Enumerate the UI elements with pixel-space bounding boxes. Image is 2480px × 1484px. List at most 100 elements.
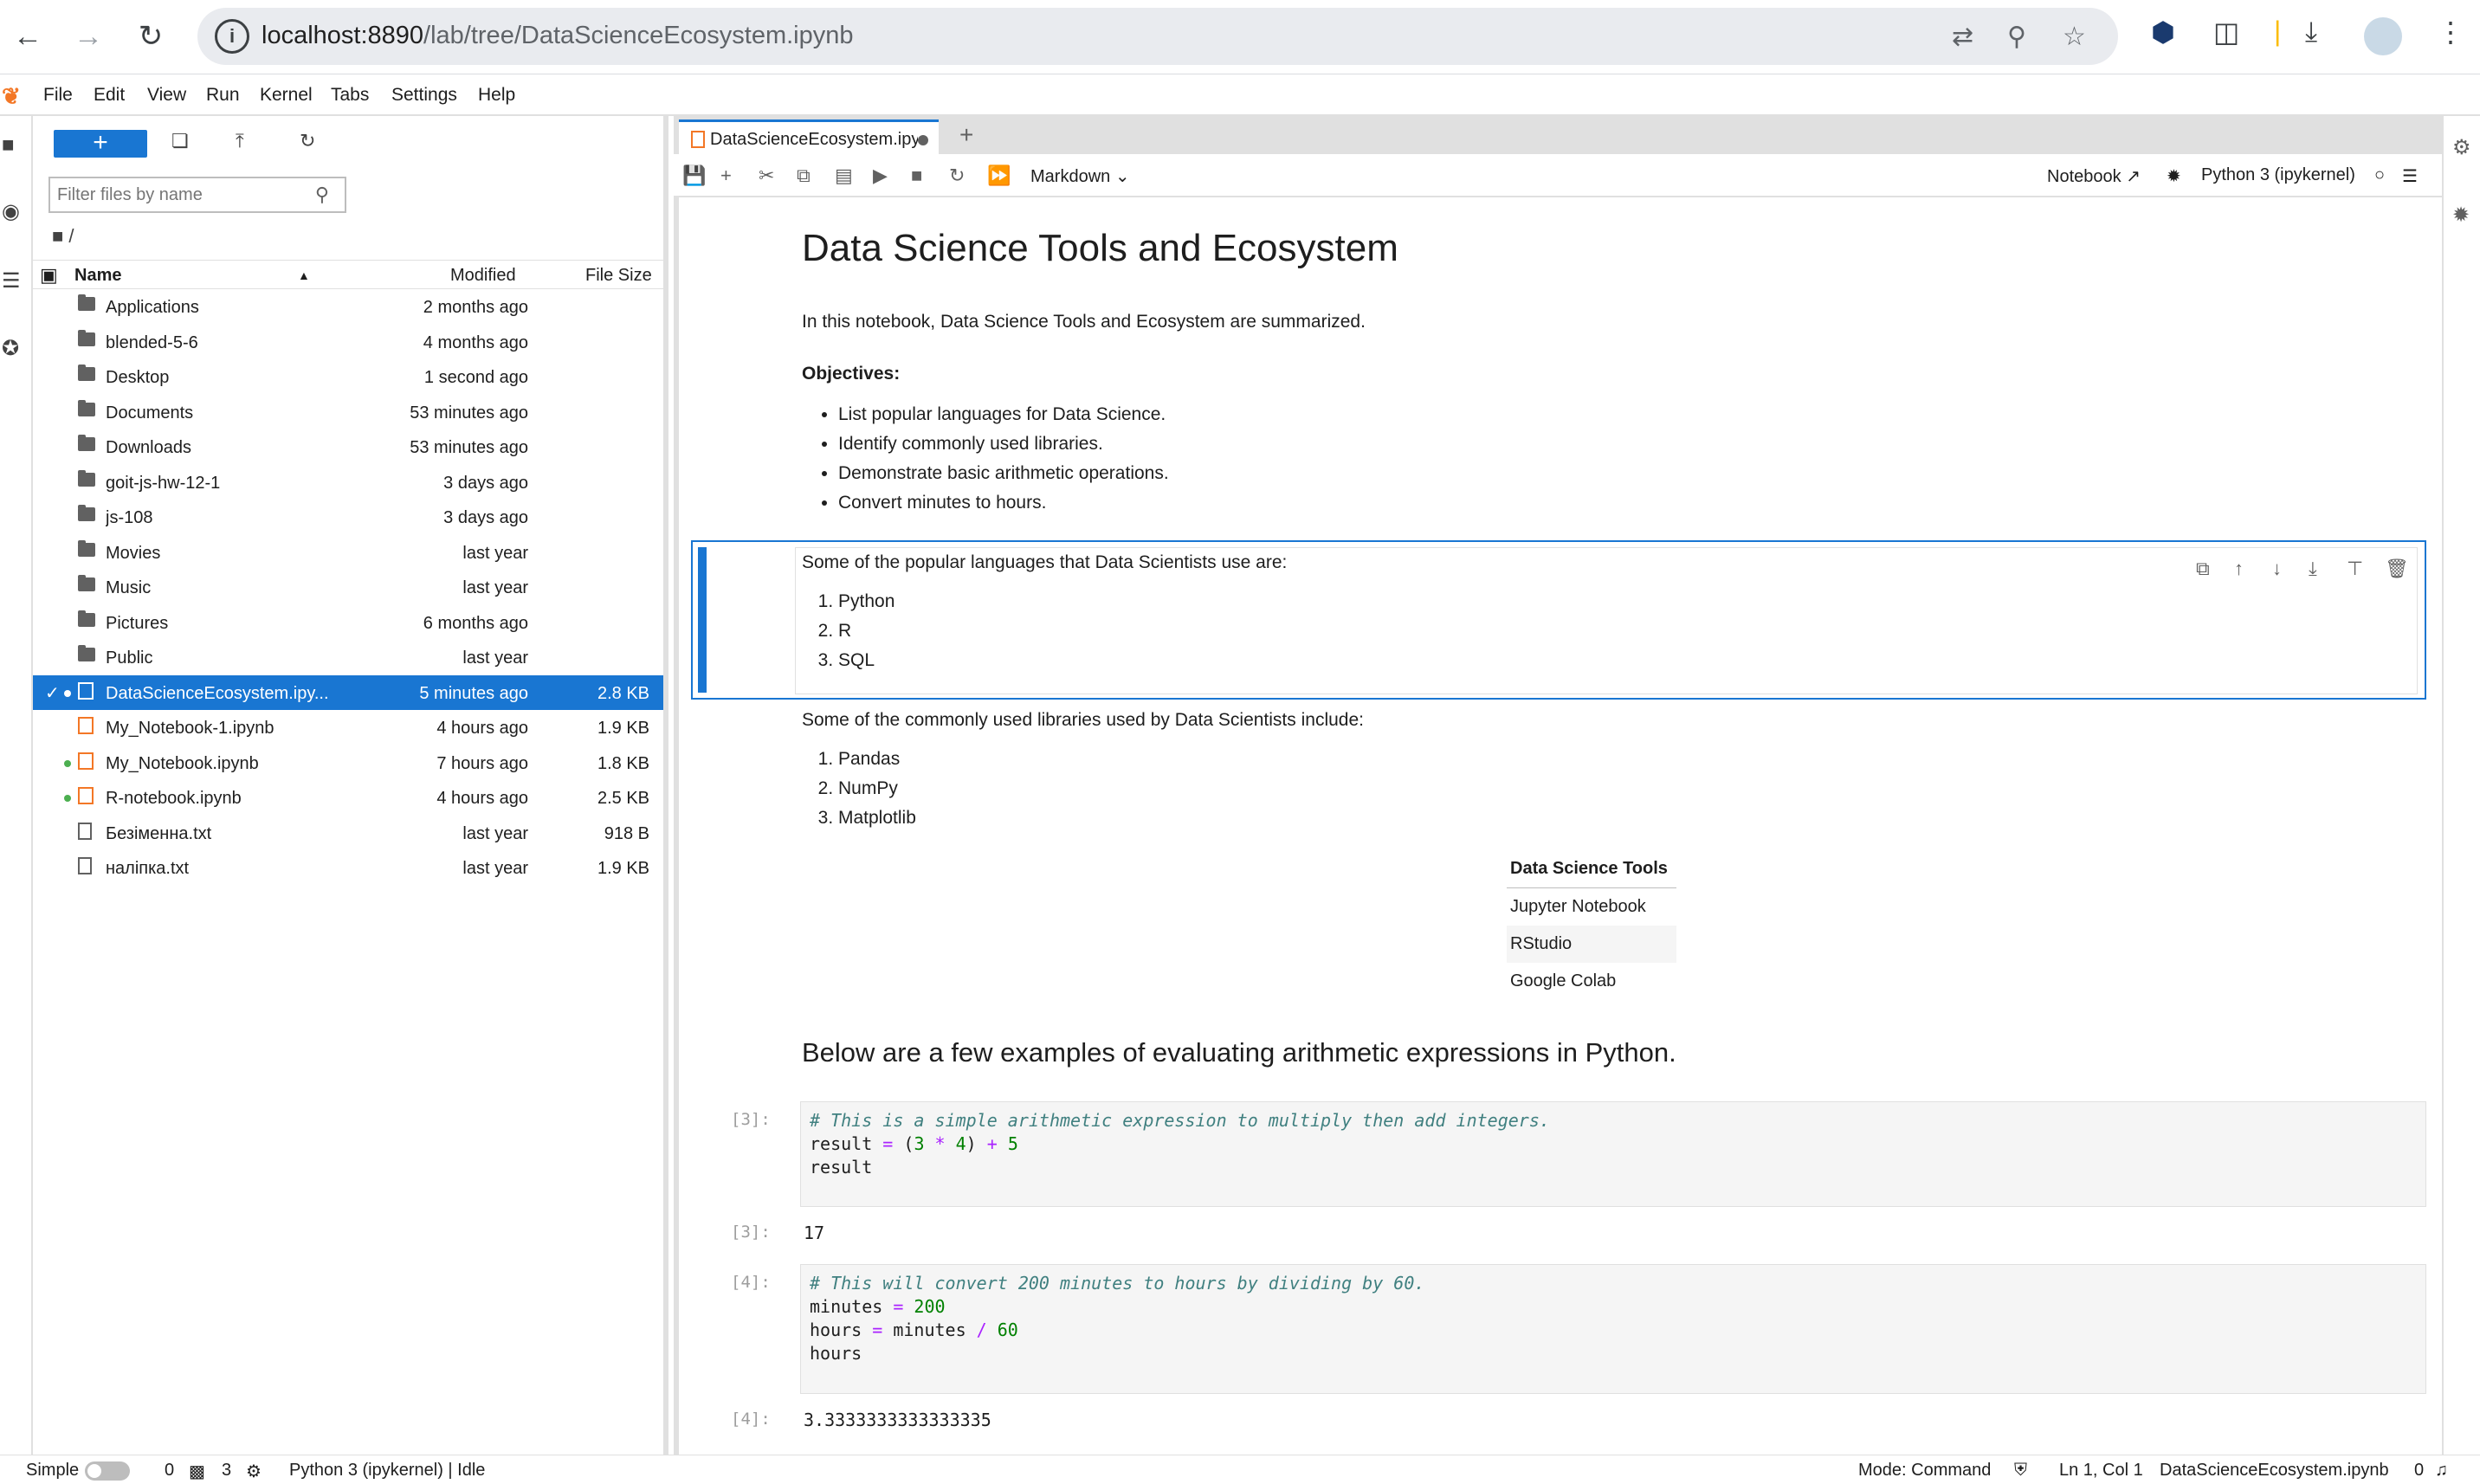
text-file-icon: [78, 857, 92, 874]
unsaved-dot-icon[interactable]: [918, 135, 928, 145]
cell-output: 17: [804, 1223, 825, 1243]
menu-settings[interactable]: Settings: [391, 85, 457, 106]
notebook-toolbar: 💾 + ✂ ⧉ ▤ ▶ ■ ↻ ⏩ Markdown ⌄ Notebook ↗ …: [674, 154, 2442, 197]
menu-edit[interactable]: Edit: [94, 85, 125, 106]
cell-type-select[interactable]: Markdown ⌄: [1030, 165, 1130, 187]
insert-below-icon[interactable]: ⊤: [2347, 558, 2363, 580]
move-down-icon[interactable]: ↓: [2272, 558, 2282, 580]
cell-collapser[interactable]: [698, 547, 707, 693]
insert-cell-icon[interactable]: +: [720, 165, 732, 187]
duplicate-cell-icon[interactable]: ⧉: [2196, 558, 2210, 580]
breadcrumb[interactable]: ■ /: [52, 225, 74, 248]
translate-icon[interactable]: ⇄: [1952, 22, 1973, 52]
file-name[interactable]: DataScienceEcosystem.ipynb: [2160, 1461, 2389, 1481]
browser-menu-icon[interactable]: ⋮: [2437, 16, 2464, 48]
menu-run[interactable]: Run: [206, 85, 240, 106]
cursor-position[interactable]: Ln 1, Col 1: [2059, 1461, 2143, 1481]
file-row[interactable]: My_Notebook-1.ipynb 4 hours ago 1.9 KB: [33, 710, 663, 745]
kernel-name[interactable]: Python 3 (ipykernel): [2201, 165, 2355, 185]
file-row[interactable]: goit-js-hw-12-1 3 days ago: [33, 465, 663, 500]
extension-icon[interactable]: ⬢: [2151, 16, 2175, 48]
breadcrumb-root[interactable]: /: [68, 225, 74, 247]
file-row[interactable]: Documents 53 minutes ago: [33, 395, 663, 430]
restart-icon[interactable]: ↻: [949, 165, 965, 187]
running-dot-icon: [64, 795, 71, 802]
paste-icon[interactable]: ▤: [835, 165, 853, 187]
file-row[interactable]: Public last year: [33, 640, 663, 675]
insert-above-icon[interactable]: ⤓: [2309, 558, 2317, 580]
menu-help[interactable]: Help: [478, 85, 515, 106]
stop-icon[interactable]: ■: [911, 165, 922, 187]
file-row[interactable]: R-notebook.ipynb 4 hours ago 2.5 KB: [33, 780, 663, 816]
notification-count[interactable]: 0: [2414, 1461, 2424, 1481]
menu-kernel[interactable]: Kernel: [260, 85, 313, 106]
column-name[interactable]: Name: [74, 266, 121, 286]
select-all-checkbox[interactable]: ▣: [40, 264, 58, 287]
code-cell[interactable]: # This is a simple arithmetic expression…: [800, 1101, 2426, 1207]
new-folder-icon[interactable]: ❏: [171, 130, 189, 152]
new-launcher-button[interactable]: +: [54, 130, 147, 158]
address-bar[interactable]: i localhost:8890/lab/tree/DataScienceEco…: [197, 8, 2118, 65]
property-inspector-icon[interactable]: ⚙: [2452, 135, 2471, 160]
code-cell[interactable]: # This will convert 200 minutes to hours…: [800, 1264, 2426, 1394]
file-row[interactable]: js-108 3 days ago: [33, 500, 663, 535]
debugger-icon[interactable]: ✹: [2167, 165, 2181, 187]
menu-tabs[interactable]: Tabs: [331, 85, 369, 106]
notebook-panel[interactable]: Data Science Tools and Ecosystem In this…: [674, 197, 2442, 1455]
kernel-count[interactable]: 3: [222, 1461, 231, 1481]
copy-icon[interactable]: ⧉: [797, 165, 811, 187]
simple-mode-toggle[interactable]: [85, 1461, 130, 1481]
refresh-icon[interactable]: ↻: [300, 130, 315, 152]
delete-cell-icon[interactable]: 🗑: [2385, 558, 2409, 580]
menu-file[interactable]: File: [43, 85, 73, 106]
run-icon[interactable]: ▶: [873, 165, 888, 187]
back-icon[interactable]: ←: [7, 16, 48, 57]
file-row[interactable]: Movies last year: [33, 535, 663, 571]
column-modified[interactable]: Modified: [450, 266, 516, 286]
folder-icon: ■: [52, 225, 64, 247]
site-info-icon[interactable]: i: [215, 19, 249, 54]
cut-icon[interactable]: ✂: [759, 165, 774, 187]
toc-icon[interactable]: ☰: [2, 268, 21, 294]
zoom-icon[interactable]: ⚲: [2007, 22, 2026, 52]
terminal-count[interactable]: 0: [165, 1461, 174, 1481]
trusted-shield-icon[interactable]: ⛨: [2014, 1461, 2027, 1481]
upload-icon[interactable]: ⤒: [236, 130, 244, 152]
move-up-icon[interactable]: ↑: [2234, 558, 2244, 580]
file-row[interactable]: Pictures 6 months ago: [33, 605, 663, 641]
file-row[interactable]: Downloads 53 minutes ago: [33, 429, 663, 465]
tab-title[interactable]: DataScienceEcosystem.ipynb: [710, 130, 918, 150]
kernel-status[interactable]: Python 3 (ipykernel) | Idle: [289, 1461, 485, 1481]
url-text[interactable]: localhost:8890/lab/tree/DataScienceEcosy…: [262, 22, 854, 50]
menu-hamburger-icon[interactable]: ☰: [2402, 165, 2418, 187]
bookmark-star-icon[interactable]: ☆: [2063, 22, 2086, 52]
save-icon[interactable]: 💾: [682, 165, 706, 187]
file-row[interactable]: Music last year: [33, 570, 663, 605]
file-row[interactable]: My_Notebook.ipynb 7 hours ago 1.8 KB: [33, 745, 663, 781]
file-row[interactable]: наліпка.txt last year 1.9 KB: [33, 850, 663, 886]
menu-view[interactable]: View: [147, 85, 186, 106]
tab-notebook[interactable]: DataScienceEcosystem.ipynb: [679, 119, 939, 154]
profile-avatar[interactable]: [2364, 17, 2402, 55]
add-tab-icon[interactable]: +: [959, 121, 973, 149]
file-row[interactable]: Безіменна.txt last year 918 B: [33, 816, 663, 851]
reload-icon[interactable]: ↻: [130, 16, 171, 57]
extensions-puzzle-icon[interactable]: ◫: [2213, 16, 2239, 48]
file-row[interactable]: Desktop 1 second ago: [33, 359, 663, 395]
extension-manager-icon[interactable]: ✪: [2, 336, 19, 361]
kernel-icon: ⚙: [246, 1462, 262, 1481]
open-notebook-link[interactable]: Notebook ↗: [2047, 165, 2141, 187]
debugger-icon[interactable]: ✹: [2452, 203, 2470, 228]
filter-input[interactable]: [57, 179, 300, 210]
column-file-size[interactable]: File Size: [585, 266, 652, 286]
folder-icon[interactable]: ■: [2, 133, 15, 158]
download-icon[interactable]: ⤓: [2305, 16, 2317, 48]
bell-icon[interactable]: ♫: [2435, 1461, 2448, 1481]
file-row[interactable]: blended-5-6 4 months ago: [33, 325, 663, 360]
running-icon[interactable]: ◉: [2, 199, 20, 224]
file-row[interactable]: Applications 2 months ago: [33, 289, 663, 325]
file-row[interactable]: ✓ DataScienceEcosystem.ipy... 5 minutes ag…: [33, 674, 663, 710]
restart-run-all-icon[interactable]: ⏩: [987, 165, 1011, 187]
forward-icon[interactable]: →: [68, 16, 109, 57]
notebook-mode[interactable]: Mode: Command: [1858, 1461, 1991, 1481]
